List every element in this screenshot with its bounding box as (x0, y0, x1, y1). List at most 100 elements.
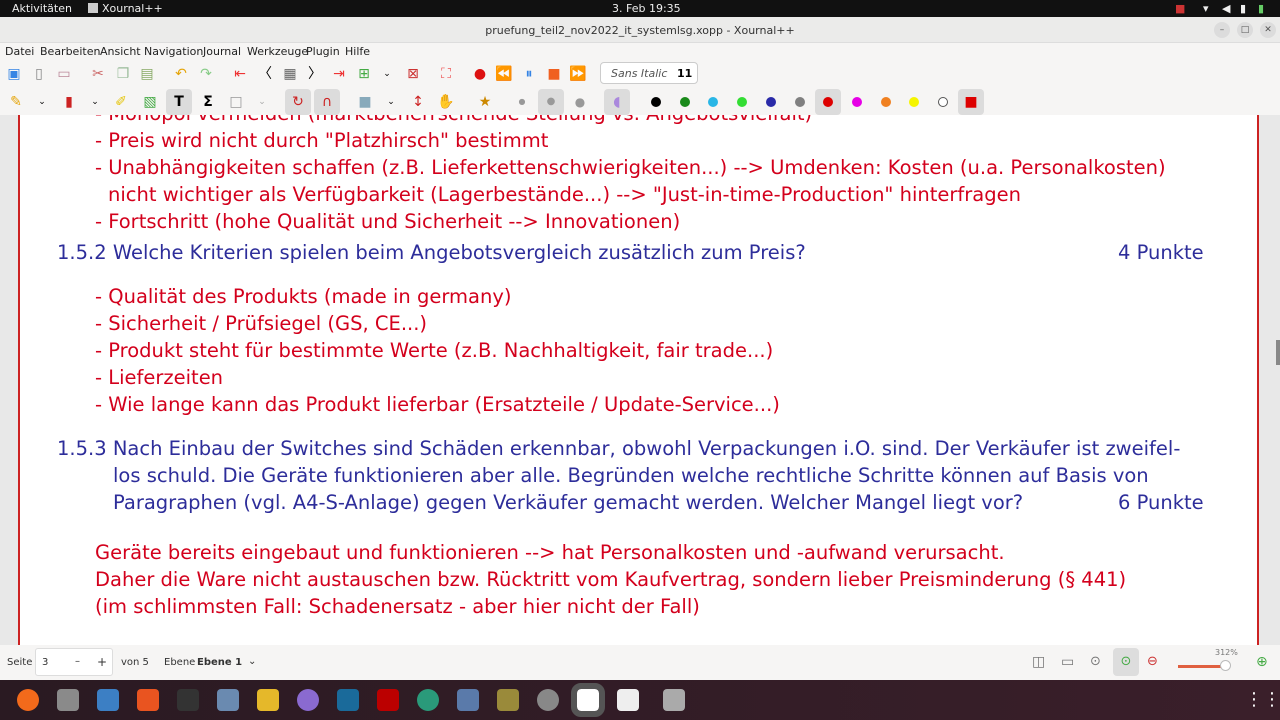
highlighter-icon[interactable]: ✐ (112, 93, 130, 111)
virtualbox-icon[interactable] (217, 689, 239, 711)
text-editor-icon[interactable] (617, 689, 639, 711)
font-selector[interactable]: Sans Italic 11 (600, 62, 698, 84)
pen-icon[interactable]: ✎ (7, 93, 25, 111)
select-rectangle-icon[interactable]: ■ (356, 93, 374, 111)
color-swatch[interactable] (909, 97, 920, 107)
copy-icon[interactable]: ❐ (114, 65, 132, 83)
activities-button[interactable]: Aktivitäten (12, 2, 72, 15)
default-tool-icon[interactable]: ★ (476, 93, 494, 111)
hand-icon[interactable]: ✋ (437, 93, 455, 111)
page-increment-button[interactable]: + (97, 655, 107, 669)
writer-icon[interactable] (97, 689, 119, 711)
shape-rectangle-icon[interactable]: □ (227, 93, 245, 111)
color-swatch[interactable] (737, 97, 748, 107)
undo-icon[interactable]: ↶ (172, 65, 190, 83)
first-page-icon[interactable]: ⇤ (231, 65, 249, 83)
menu-bearbeiten[interactable]: Bearbeiten (40, 45, 100, 58)
clock[interactable]: 3. Feb 19:35 (612, 2, 681, 15)
xournal-icon[interactable] (571, 683, 605, 717)
zoom-out-icon[interactable]: ⊖ (1147, 654, 1158, 669)
screen-record-icon[interactable]: ■ (1175, 2, 1185, 15)
firefox-icon[interactable] (17, 689, 39, 711)
chevron-down-icon[interactable]: ⌄ (86, 93, 104, 111)
custom-color-icon[interactable]: ■ (958, 89, 984, 115)
text-tool-icon[interactable]: T (166, 89, 192, 115)
menu-plugin[interactable]: Plugin (306, 45, 340, 58)
color-swatch[interactable] (880, 97, 891, 107)
color-swatch[interactable] (679, 97, 690, 107)
settings-gear-icon[interactable] (537, 689, 559, 711)
chevron-down-icon[interactable]: ⌄ (378, 65, 396, 83)
minimize-button[interactable]: – (1214, 22, 1230, 38)
add-page-icon[interactable]: ⊞ (355, 65, 373, 83)
terminal-icon[interactable] (177, 689, 199, 711)
goto-page-icon[interactable]: ▦ (281, 65, 299, 83)
page-decrement-button[interactable]: – (75, 656, 80, 667)
medium-line-icon[interactable]: ● (538, 89, 564, 115)
network-icon[interactable] (457, 689, 479, 711)
thick-line-icon[interactable]: ● (571, 93, 589, 111)
zoom-in-icon[interactable]: ⊕ (1256, 654, 1268, 670)
rewind-icon[interactable]: ⏪ (495, 65, 513, 83)
volume-icon[interactable]: ◀ (1222, 2, 1230, 15)
color-swatch[interactable] (651, 97, 661, 107)
rotation-snapping-icon[interactable]: ↻ (285, 89, 311, 115)
wifi-icon[interactable]: ▾ (1203, 2, 1209, 15)
menu-ansicht[interactable]: Ansicht (100, 45, 141, 58)
new-document-icon[interactable]: ▯ (30, 65, 48, 83)
document-page[interactable]: - Monopol vermeiden (marktbeherrschende … (18, 115, 1259, 645)
zoom-slider[interactable] (1178, 665, 1226, 668)
battery-icon[interactable]: ▮ (1258, 2, 1264, 15)
app-menu[interactable]: Xournal++ (102, 2, 163, 15)
keys-icon[interactable] (497, 689, 519, 711)
trash-icon[interactable] (663, 689, 685, 711)
vertical-space-icon[interactable]: ↕ (409, 93, 427, 111)
menu-journal[interactable]: Journal (203, 45, 241, 58)
chevron-down-icon[interactable]: ⌄ (253, 93, 271, 111)
menu-hilfe[interactable]: Hilfe (345, 45, 370, 58)
paste-icon[interactable]: ▤ (138, 65, 156, 83)
fill-icon[interactable]: ◖ (604, 89, 630, 115)
thin-line-icon[interactable]: ● (513, 93, 531, 111)
latex-sigma-icon[interactable]: Σ (199, 93, 217, 111)
zoom-fit-icon[interactable]: ⊙ (1090, 654, 1101, 669)
dual-page-icon[interactable]: ◫ (1032, 654, 1045, 670)
open-folder-icon[interactable]: ▭ (55, 65, 73, 83)
delete-page-icon[interactable]: ⊠ (404, 65, 422, 83)
fast-forward-icon[interactable]: ⏩ (569, 65, 587, 83)
maximize-button[interactable]: □ (1237, 22, 1253, 38)
next-page-icon[interactable]: 〉 (306, 65, 324, 83)
menu-datei[interactable]: Datei (5, 45, 34, 58)
zoom-100-icon[interactable]: ⊙ (1113, 648, 1139, 676)
software-center-icon[interactable] (137, 689, 159, 711)
show-apps-grid-icon[interactable]: ⋮⋮ (1245, 689, 1280, 711)
color-swatch[interactable] (851, 97, 862, 107)
zoom-slider-handle[interactable] (1220, 660, 1231, 671)
cut-icon[interactable]: ✂ (89, 65, 107, 83)
chevron-down-icon[interactable]: ⌄ (382, 93, 400, 111)
color-swatch[interactable] (765, 97, 776, 107)
files-icon[interactable] (57, 689, 79, 711)
fullscreen-icon[interactable]: ⛶ (437, 65, 455, 83)
save-icon[interactable]: ▣ (5, 65, 23, 83)
page-input[interactable]: 3 (42, 657, 48, 668)
pause-icon[interactable]: ⏸ (520, 65, 538, 83)
stop-icon[interactable]: ■ (545, 65, 563, 83)
vertical-scrollbar[interactable] (1276, 340, 1280, 365)
thunderbird-icon[interactable] (297, 689, 319, 711)
menu-navigation[interactable]: Navigation (144, 45, 203, 58)
last-page-icon[interactable]: ⇥ (330, 65, 348, 83)
remote-desktop-icon[interactable] (417, 689, 439, 711)
grid-snapping-magnet-icon[interactable]: ∩ (314, 89, 340, 115)
layer-selector[interactable]: Ebene 1 (197, 657, 242, 668)
calculator-icon[interactable] (257, 689, 279, 711)
presentation-icon[interactable]: ▭ (1061, 654, 1074, 670)
menu-werkzeuge[interactable]: Werkzeuge (247, 45, 308, 58)
color-swatch[interactable] (938, 97, 948, 107)
microphone-icon[interactable]: ▮ (1240, 2, 1246, 15)
eraser-icon[interactable]: ▮ (60, 93, 78, 111)
record-icon[interactable]: ● (471, 65, 489, 83)
color-swatch[interactable] (708, 97, 719, 107)
chevron-down-icon[interactable]: ⌄ (33, 93, 51, 111)
close-button[interactable]: ✕ (1260, 22, 1276, 38)
